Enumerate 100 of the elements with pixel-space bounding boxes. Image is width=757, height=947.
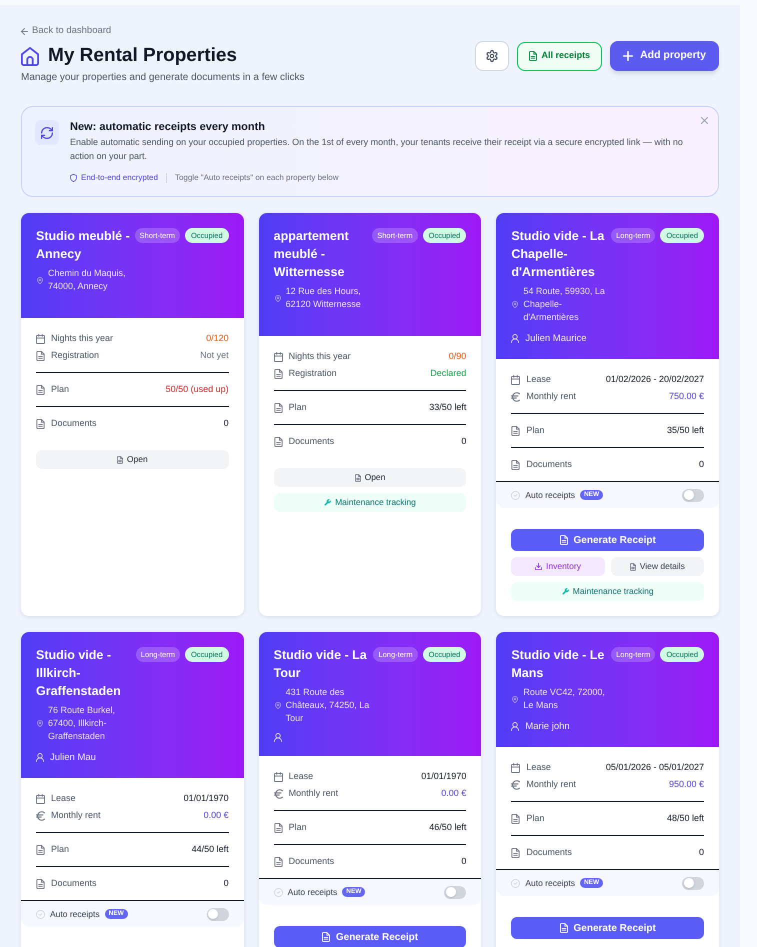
stat-value: 50/50 (used up) [166, 382, 229, 396]
stat-label: Plan [51, 842, 70, 856]
document-icon [511, 848, 520, 858]
auto-receipts-toggle[interactable] [206, 908, 229, 920]
generate-receipt-button[interactable]: Generate Receipt [511, 917, 704, 939]
property-title: Studio vide - La Tour [274, 647, 368, 682]
stat-label: Registration [288, 366, 337, 380]
back-link[interactable]: Back to dashboard [21, 25, 112, 37]
document-icon [274, 856, 283, 866]
stat-label: Lease [288, 770, 314, 783]
stat-value: 01/01/1970 [184, 792, 229, 805]
calendar-icon [274, 352, 283, 362]
document-icon [274, 368, 283, 378]
euro-icon [274, 788, 283, 798]
settings-button[interactable] [474, 41, 509, 71]
document-icon [322, 932, 330, 942]
banner-text: Enable automatic sending on your occupied properties. On the 1st of every month, your tenants receive their receipt via a secure encrypted link — with no action on your part. [70, 136, 684, 163]
stat-label: Lease [526, 372, 551, 386]
generate-receipt-button[interactable]: Generate Receipt [511, 529, 704, 551]
check-circle-icon [511, 490, 520, 500]
euro-icon [511, 780, 520, 790]
stat-value: 750.00 € [668, 390, 704, 403]
open-button[interactable]: Open [274, 468, 466, 487]
stat-value: Not yet [200, 348, 229, 362]
tenant-name: Julien Mau [50, 751, 96, 764]
map-pin-icon [274, 702, 281, 709]
maintenance-button[interactable]: Maintenance tracking [274, 493, 466, 512]
inventory-button[interactable]: Inventory [511, 557, 605, 576]
wrench-icon [324, 499, 332, 506]
auto-receipts-toggle[interactable] [444, 886, 466, 898]
auto-receipts-toggle[interactable] [682, 488, 704, 502]
add-property-button[interactable]: Add property [610, 41, 719, 71]
calendar-icon [274, 772, 283, 782]
property-address: 76 Route Burkel, 67400, Illkirch-Graffenstaden [48, 704, 116, 743]
document-icon [36, 844, 45, 854]
map-pin-icon [37, 276, 43, 284]
stat-label: Plan [288, 400, 307, 414]
stat-label: Documents [526, 458, 572, 471]
all-receipts-button[interactable]: All receipts [516, 42, 602, 70]
stat-value: 44/50 left [192, 842, 229, 856]
stat-label: Documents [526, 846, 572, 859]
stat-value: 0/120 [206, 332, 229, 345]
check-circle-icon [511, 878, 520, 888]
property-address: 12 Rue des Hours, 62120 Witternesse [286, 285, 362, 311]
stat-value: 0 [224, 416, 229, 430]
open-button[interactable]: Open [36, 450, 229, 469]
stat-value: 0 [698, 458, 704, 471]
stat-value: 0 [224, 876, 229, 890]
stat-value: 0.00 € [204, 808, 229, 822]
check-circle-icon [36, 910, 45, 918]
stat-value: 0 [461, 434, 466, 448]
stat-label: Nights this year [51, 332, 114, 345]
check-circle-icon [274, 888, 283, 896]
stat-label: Lease [51, 792, 76, 805]
generate-receipt-button[interactable]: Generate Receipt [274, 926, 466, 947]
auto-receipts-label: Auto receipts [50, 908, 100, 920]
property-title: appartement meublé - Witternesse [274, 228, 350, 281]
stat-value: 46/50 left [429, 820, 466, 834]
document-icon [274, 402, 283, 412]
page-subtitle: Manage your properties and generate documents in a few clicks [21, 71, 304, 85]
stat-value: 01/02/2026 - 20/02/2027 [606, 372, 704, 386]
view-details-button[interactable]: View details [610, 557, 704, 576]
stat-value: 950.00 € [668, 778, 704, 791]
stat-value: 05/01/2026 - 05/01/2027 [606, 760, 704, 774]
calendar-icon [36, 334, 45, 344]
document-icon [116, 456, 123, 464]
stat-label: Monthly rent [526, 390, 576, 403]
auto-receipts-label: Auto receipts [525, 876, 575, 890]
plus-icon [623, 51, 634, 61]
document-icon [528, 51, 537, 61]
document-icon [630, 562, 636, 570]
document-icon [511, 814, 520, 824]
map-pin-icon [274, 294, 281, 302]
auto-receipts-toggle[interactable] [682, 876, 704, 890]
stat-label: Monthly rent [288, 786, 338, 800]
property-address: 431 Route des Châteaux, 74250, La Tour [286, 686, 370, 725]
document-icon [36, 418, 45, 428]
tenant-name: Marie john [525, 720, 570, 733]
stat-value: 0.00 € [441, 786, 466, 800]
stat-label: Plan [288, 820, 307, 834]
stat-value: Declared [430, 366, 466, 380]
calendar-icon [511, 762, 520, 772]
close-icon[interactable] [701, 117, 708, 124]
document-icon [511, 460, 520, 470]
house-icon [21, 46, 39, 66]
stat-value: 0 [461, 854, 466, 868]
stat-value: 48/50 left [666, 812, 704, 825]
wrench-icon [562, 588, 569, 595]
stat-value: 0 [698, 846, 704, 859]
property-address: Route VC42, 72000, Le Mans [523, 686, 606, 712]
property-address: Chemin du Maquis, 74000, Annecy [48, 267, 127, 293]
euro-icon [36, 810, 45, 820]
stat-label: Nights this year [288, 350, 351, 363]
download-icon [535, 563, 542, 570]
document-icon [354, 474, 361, 482]
maintenance-button[interactable]: Maintenance tracking [511, 582, 704, 601]
stat-value: 35/50 left [666, 424, 704, 437]
document-icon [560, 923, 568, 933]
stat-label: Registration [51, 348, 100, 362]
refresh-icon [35, 120, 59, 145]
